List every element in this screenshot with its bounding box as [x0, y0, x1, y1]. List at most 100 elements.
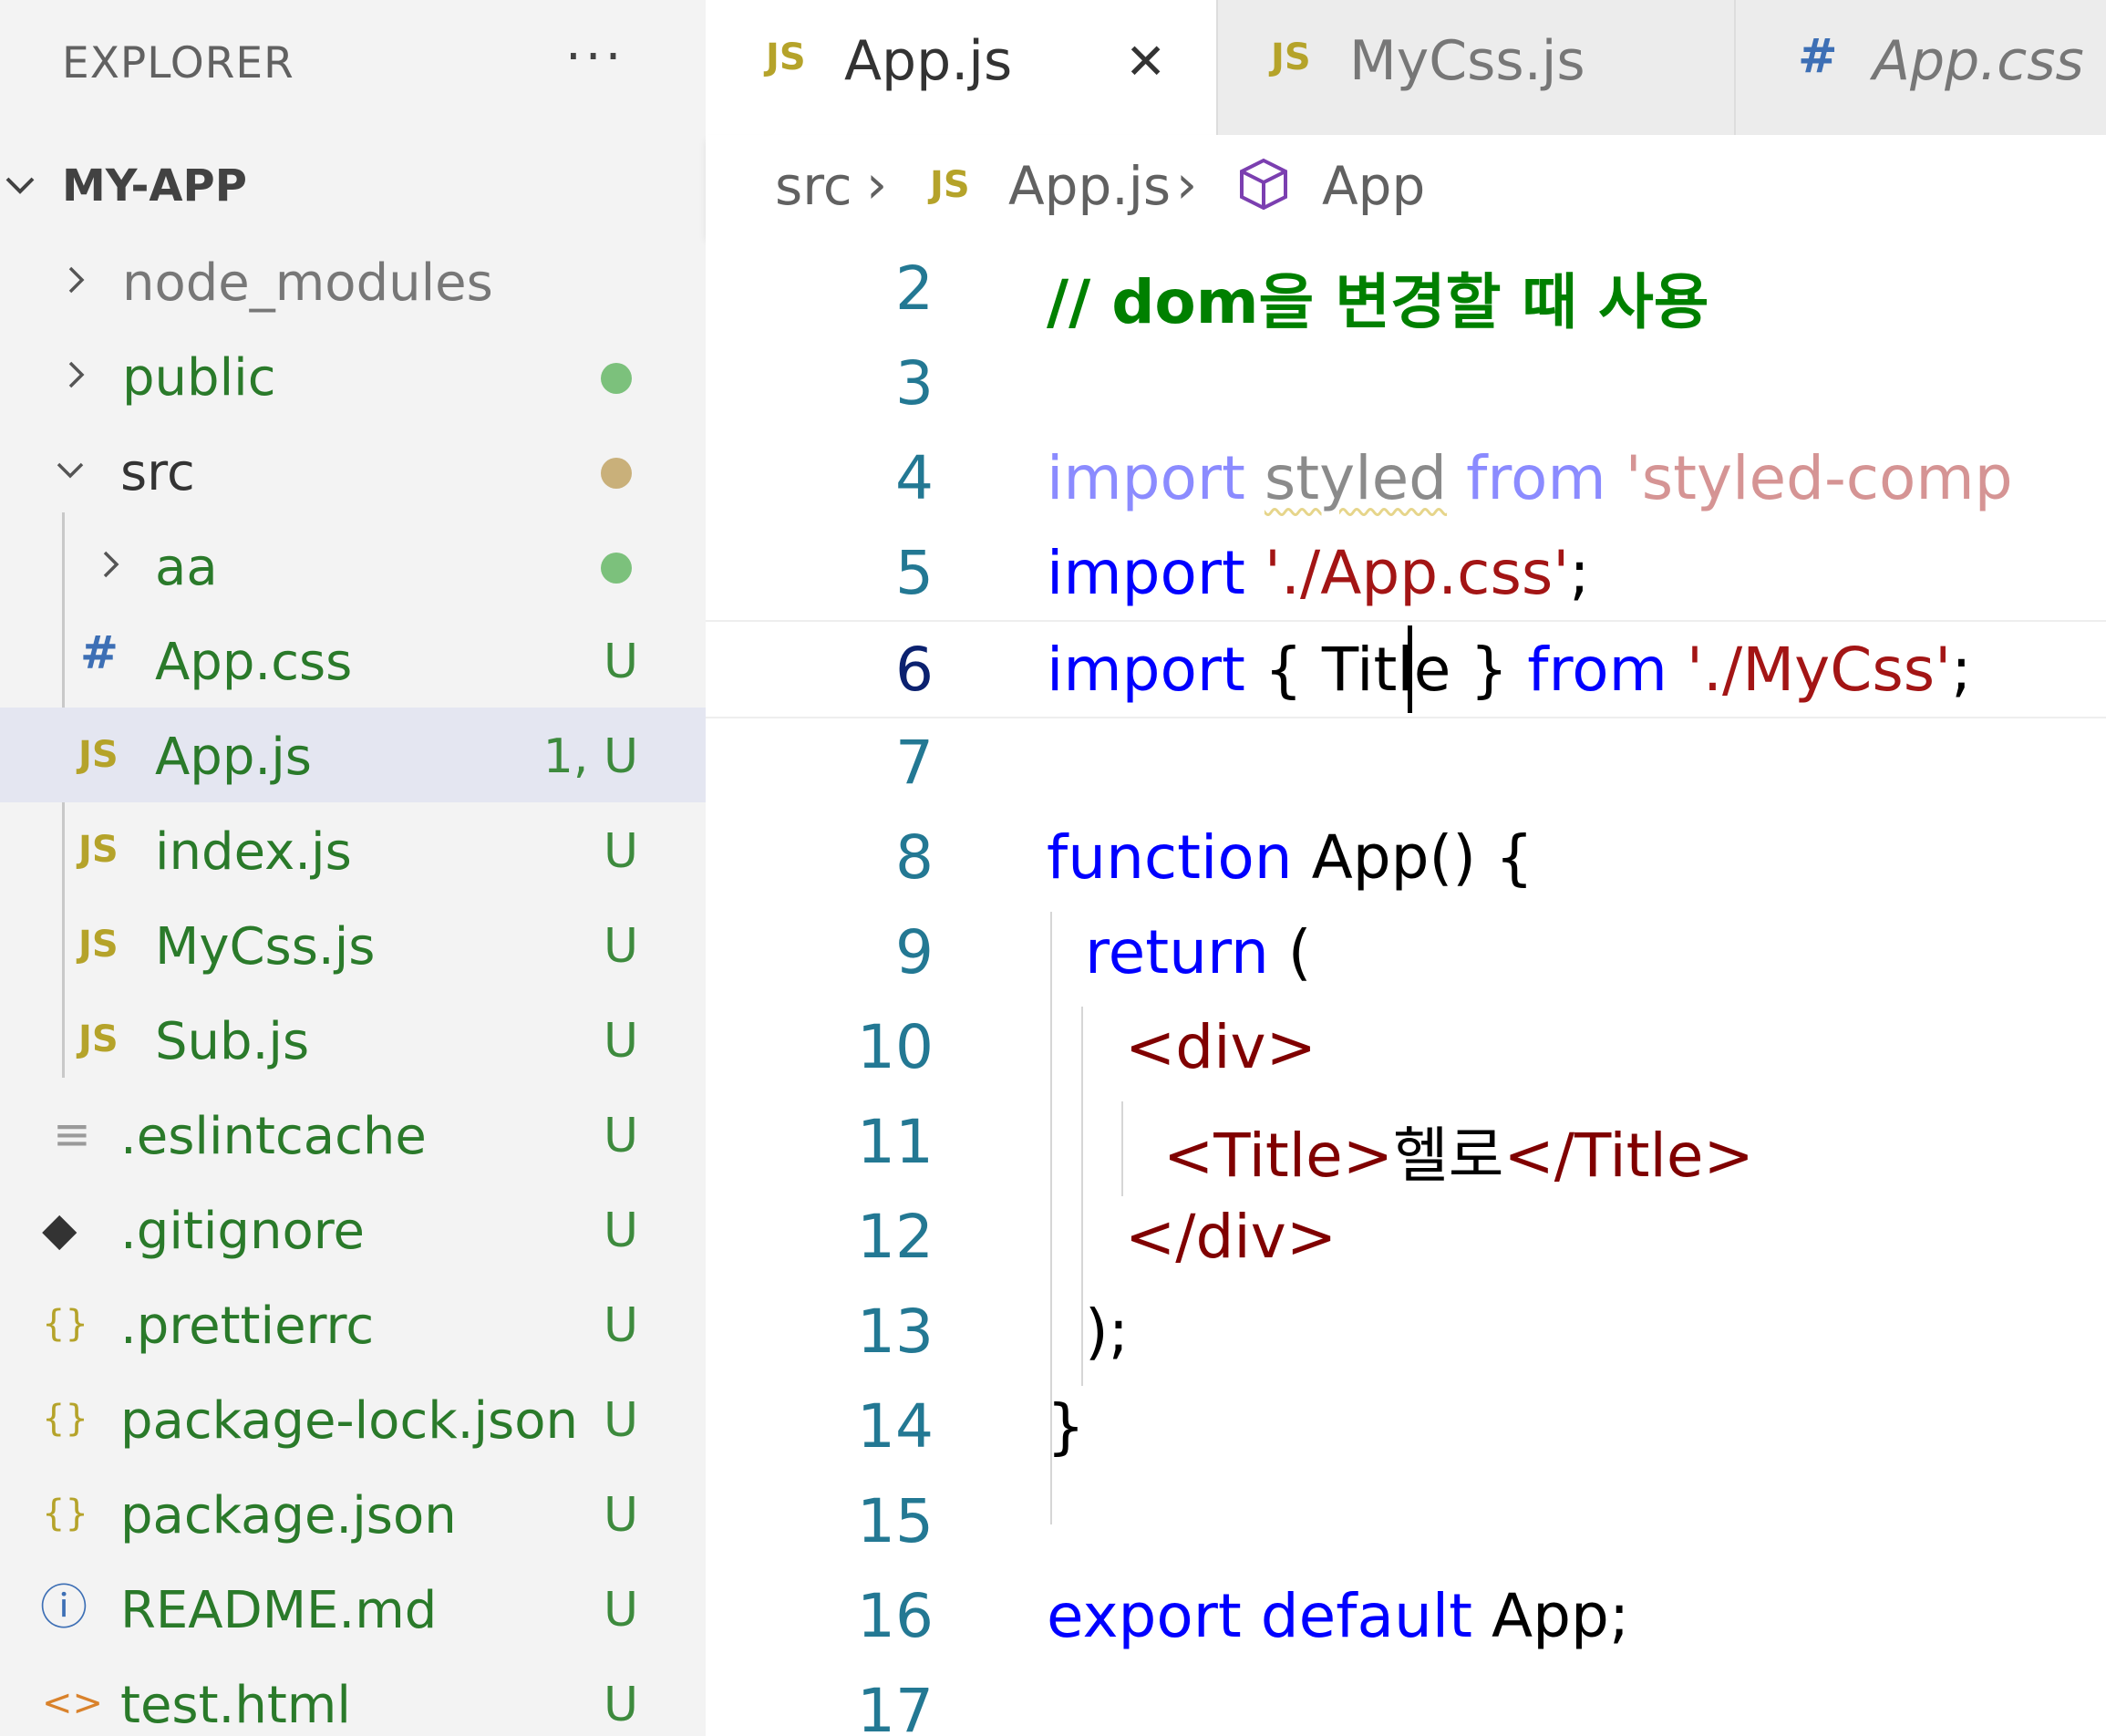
- tab-mycss-js[interactable]: JS MyCss.js: [1218, 0, 1736, 135]
- code-comment: // dom을 변경할 때 사용: [1047, 267, 1709, 337]
- jsx-tag: </Title>: [1503, 1121, 1754, 1191]
- tree-item-sub-js[interactable]: JS Sub.js U: [0, 992, 706, 1087]
- code-line: 14 }: [706, 1379, 2106, 1473]
- jsx-tag: <div>: [1125, 1012, 1316, 1082]
- code-token: { T: [1264, 635, 1358, 705]
- breadcrumb-separator-icon: ›: [866, 153, 888, 215]
- git-status: U: [603, 1678, 638, 1732]
- tree-item-src[interactable]: src: [0, 423, 706, 518]
- tree-item-app-js[interactable]: JS App.js 1, U: [0, 708, 706, 802]
- tree-item-package-lock-json[interactable]: {} package-lock.json U: [0, 1371, 706, 1466]
- info-icon: ⓘ: [40, 1581, 88, 1636]
- json-file-icon: {}: [42, 1493, 88, 1534]
- code-text: );: [1085, 1297, 1129, 1367]
- tab-app-js[interactable]: JS App.js ✕: [706, 0, 1218, 135]
- code-line: 13 );: [706, 1284, 2106, 1379]
- json-file-icon: {}: [42, 1398, 88, 1440]
- text-cursor: [1408, 625, 1412, 713]
- js-file-icon: JS: [766, 36, 806, 78]
- keyword: import: [1047, 538, 1245, 608]
- tab-app-css[interactable]: # App.css: [1736, 0, 2106, 135]
- chevron-down-icon: [57, 462, 84, 479]
- git-status: U: [603, 1204, 638, 1258]
- tree-item-app-css[interactable]: # App.css U: [0, 613, 706, 708]
- line-number: 11: [857, 1107, 934, 1177]
- tree-item-label: package-lock.json: [120, 1391, 578, 1451]
- code-token: App;: [1492, 1581, 1630, 1651]
- code-line: 7: [706, 715, 2106, 810]
- json-file-icon: {}: [42, 1303, 88, 1345]
- breadcrumb: src › JS App.js › App: [706, 135, 2106, 235]
- tree-item-public[interactable]: public: [0, 328, 706, 423]
- unused-identifier: styled: [1264, 443, 1448, 513]
- code-line: 5 import './App.css';: [706, 525, 2106, 620]
- punctuation: ;: [1951, 635, 1972, 705]
- project-name: MY-APP: [62, 160, 247, 212]
- tree-item-test-html[interactable]: <> test.html U: [0, 1656, 706, 1736]
- js-file-icon: JS: [78, 734, 119, 776]
- tree-item-label: node_modules: [122, 253, 493, 313]
- tree-item-label: App.css: [155, 633, 353, 692]
- tree-item-mycss-js[interactable]: JS MyCss.js U: [0, 897, 706, 992]
- editor-tab-bar: JS App.js ✕ JS MyCss.js # App.css: [706, 0, 2106, 135]
- code-line: 12 </div>: [706, 1189, 2106, 1284]
- code-line: 16 export default App;: [706, 1568, 2106, 1663]
- breadcrumb-symbol[interactable]: App: [1322, 155, 1425, 217]
- code-editor[interactable]: 2 // dom을 변경할 때 사용 3 4 import styled fro…: [706, 235, 2106, 1736]
- breadcrumb-folder[interactable]: src: [775, 155, 852, 217]
- tree-item-aa[interactable]: aa: [0, 518, 706, 613]
- jsx-tag: </div>: [1125, 1202, 1337, 1272]
- tree-item-readme-md[interactable]: ⓘ README.md U: [0, 1561, 706, 1656]
- breadcrumb-separator-icon: ›: [1176, 153, 1198, 215]
- text-file-icon: ≡: [53, 1108, 91, 1161]
- chevron-right-icon: [103, 551, 119, 578]
- tree-item-label: package.json: [120, 1486, 457, 1545]
- code-token: App() {: [1311, 822, 1534, 893]
- git-status: U: [603, 919, 638, 974]
- keyword: import: [1047, 635, 1245, 705]
- line-number: 6: [895, 635, 934, 705]
- chevron-right-icon: [68, 361, 85, 388]
- code-line: 4 import styled from 'styled-comp: [706, 430, 2106, 525]
- explorer-title: EXPLORER: [62, 38, 294, 88]
- js-file-icon: JS: [78, 924, 119, 966]
- code-line: 2 // dom을 변경할 때 사용: [706, 241, 2106, 337]
- tree-item-node-modules[interactable]: node_modules: [0, 233, 706, 328]
- css-file-icon: #: [1798, 29, 1838, 84]
- tree-item-label: MyCss.js: [155, 917, 376, 976]
- code-text: export default App;: [1047, 1581, 1629, 1651]
- string-literal: './App.css': [1264, 538, 1570, 608]
- line-number: 9: [895, 917, 934, 987]
- chevron-right-icon: [68, 266, 85, 294]
- keyword: function: [1047, 822, 1293, 893]
- tree-item-index-js[interactable]: JS index.js U: [0, 802, 706, 897]
- tree-item-eslintcache[interactable]: ≡ .eslintcache U: [0, 1087, 706, 1182]
- code-line: 11 <Title>헬로</Title>: [706, 1094, 2106, 1191]
- code-token: tle }: [1373, 635, 1509, 705]
- keyword: return: [1085, 917, 1269, 987]
- line-number: 14: [857, 1391, 934, 1462]
- jsx-tag: <Title>: [1163, 1121, 1394, 1191]
- code-token: i: [1357, 635, 1374, 705]
- explorer-sidebar: EXPLORER ··· MY-APP node_modules public: [0, 0, 706, 1736]
- line-number: 17: [857, 1676, 934, 1736]
- code-text: import { Title } from './MyCss';: [1047, 635, 1972, 705]
- breadcrumb-file[interactable]: App.js: [1008, 155, 1171, 217]
- tree-item-label: aa: [155, 538, 218, 597]
- untracked-dot: [601, 363, 632, 394]
- tree-item-gitignore[interactable]: ◆ .gitignore U: [0, 1182, 706, 1276]
- tree-item-label: README.md: [120, 1581, 438, 1640]
- keyword: from: [1466, 443, 1606, 513]
- tree-item-prettierrc[interactable]: {} .prettierrc U: [0, 1276, 706, 1371]
- git-status: U: [603, 635, 638, 689]
- jsx-text: 헬로: [1393, 1121, 1504, 1191]
- more-actions-icon[interactable]: ···: [565, 27, 625, 87]
- punctuation: ;: [1569, 538, 1590, 608]
- code-text: return (: [1085, 917, 1312, 987]
- js-file-icon: JS: [930, 164, 970, 206]
- tree-item-package-json[interactable]: {} package.json U: [0, 1466, 706, 1561]
- close-icon[interactable]: ✕: [1125, 33, 1166, 90]
- explorer-header: EXPLORER ···: [0, 0, 706, 128]
- tree-item-label: src: [120, 443, 195, 502]
- tree-item-label: Sub.js: [155, 1012, 310, 1071]
